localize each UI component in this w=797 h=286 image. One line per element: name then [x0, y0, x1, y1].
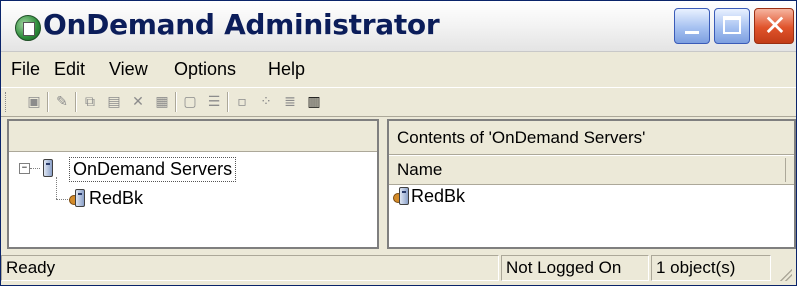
- status-bar: Ready Not Logged On 1 object(s): [1, 251, 796, 285]
- contents-title: Contents of 'OnDemand Servers': [389, 121, 794, 155]
- list-icon[interactable]: ≣: [281, 93, 299, 111]
- app-globe-icon: [15, 15, 41, 41]
- app-window: OnDemand Administrator ✕ File Edit View …: [0, 0, 797, 286]
- resize-grip[interactable]: [780, 269, 792, 281]
- small-icons-icon[interactable]: ⁘: [257, 93, 275, 111]
- tree-item-redbk[interactable]: RedBk: [89, 188, 143, 209]
- menu-help[interactable]: Help: [268, 59, 305, 80]
- contents-pane: Contents of 'OnDemand Servers' Name RedB…: [387, 119, 796, 249]
- toolbar-separator: [175, 92, 177, 112]
- toolbar-separator: [75, 92, 77, 112]
- menu-file[interactable]: File: [11, 59, 40, 80]
- view-icon[interactable]: ▢: [181, 93, 199, 111]
- status-count: 1 object(s): [651, 255, 771, 281]
- new-icon[interactable]: ▣: [25, 93, 43, 111]
- list-item-redbk[interactable]: RedBk: [411, 186, 465, 207]
- large-icons-icon[interactable]: ▫: [233, 93, 251, 111]
- minimize-icon: [685, 31, 699, 34]
- minimize-button[interactable]: [674, 8, 710, 44]
- toolbar-separator: [47, 92, 49, 112]
- toolbar: ▣ ✎ ⧉ ▤ ✕ ▦ ▢ ☰ ▫ ⁘ ≣ ▥: [1, 87, 796, 117]
- server-icon: [399, 187, 409, 205]
- toolbar-separator: [227, 92, 229, 112]
- details-icon[interactable]: ▥: [305, 93, 323, 111]
- tree-item-ondemand-servers[interactable]: OnDemand Servers: [69, 157, 237, 182]
- copy-icon[interactable]: ⧉: [81, 93, 99, 111]
- clipboard-icon[interactable]: ▦: [153, 93, 171, 111]
- server-icon: [75, 189, 85, 207]
- tree-connector: [30, 168, 40, 169]
- menu-bar: File Edit View Options Help: [1, 53, 796, 83]
- window-title: OnDemand Administrator: [43, 8, 440, 41]
- pane-splitter[interactable]: [379, 119, 387, 249]
- maximize-button[interactable]: [714, 8, 750, 44]
- column-header-name[interactable]: Name: [397, 160, 442, 180]
- settings-icon[interactable]: ☰: [205, 93, 223, 111]
- maximize-icon: [723, 16, 741, 34]
- tree-connector: [56, 177, 57, 199]
- server-icon: [43, 159, 53, 177]
- status-login: Not Logged On: [501, 255, 649, 281]
- column-divider[interactable]: [785, 158, 786, 182]
- column-header: Name: [389, 155, 794, 185]
- tree-header: [9, 121, 377, 152]
- tree-connector: [56, 199, 70, 200]
- menu-edit[interactable]: Edit: [54, 59, 85, 80]
- properties-icon[interactable]: ✎: [53, 93, 71, 111]
- collapse-toggle[interactable]: −: [19, 163, 30, 174]
- tree-pane: − OnDemand Servers RedBk: [7, 119, 379, 249]
- close-icon: ✕: [763, 9, 787, 42]
- paste-icon[interactable]: ▤: [105, 93, 123, 111]
- close-button[interactable]: ✕: [754, 8, 794, 44]
- toolbar-grip[interactable]: [5, 92, 9, 112]
- menu-view[interactable]: View: [109, 59, 148, 80]
- title-bar[interactable]: OnDemand Administrator ✕: [1, 1, 796, 52]
- status-message: Ready: [1, 255, 499, 281]
- delete-icon[interactable]: ✕: [129, 93, 147, 111]
- menu-options[interactable]: Options: [174, 59, 236, 80]
